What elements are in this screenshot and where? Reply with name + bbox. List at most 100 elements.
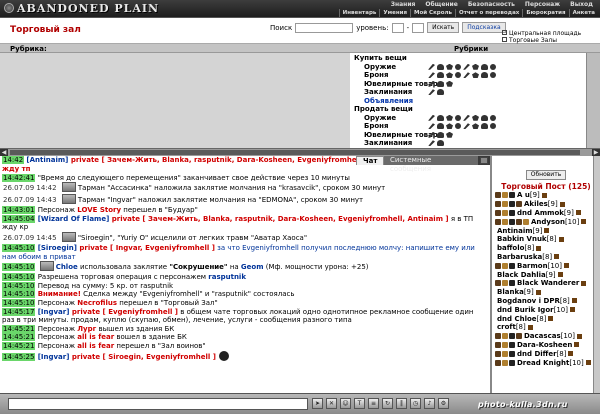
item-type-icon[interactable] [481,63,488,70]
user-info-icon[interactable] [585,360,591,366]
category-row[interactable]: Оружие [354,63,586,72]
user-info-icon[interactable] [557,272,563,278]
nav-item[interactable]: Персонаж [520,1,565,9]
chat-timestamp[interactable]: 14:45:25 [2,352,36,361]
chat-toggle-icon[interactable] [480,157,488,164]
chat-timestamp[interactable]: 26.07.09 14:43 [2,196,58,204]
settings-icon[interactable]: ⚙ [438,398,449,409]
clan-badge-icon[interactable] [502,350,508,357]
clan-badge-icon[interactable] [509,218,515,225]
user-info-icon[interactable] [571,298,577,304]
nav-item[interactable]: Знания [386,1,421,9]
user-info-icon[interactable] [563,263,569,269]
user-info-icon[interactable] [541,192,547,198]
user-info-icon[interactable] [558,236,564,242]
item-type-icon[interactable] [437,131,444,138]
user-list-item[interactable]: Blanka [9] [492,288,600,297]
user-list-item[interactable]: dnd Ammok [9] [492,209,600,218]
clan-badge-icon[interactable] [509,201,515,208]
user-name[interactable]: Dacascas [524,332,561,340]
user-name[interactable]: baffolo [497,244,524,252]
item-type-icon[interactable] [428,80,435,87]
user-list-item[interactable]: Babkin Vnuk [8] [492,235,600,244]
clan-badge-icon[interactable] [509,209,515,216]
link-central-square[interactable]: Центральная площадь [502,30,581,37]
level-to-input[interactable] [412,22,425,33]
item-type-icon[interactable] [490,72,496,79]
clan-badge-icon[interactable] [509,359,515,366]
item-type-icon[interactable] [455,63,461,70]
user-list-item[interactable]: Black Wanderer [492,279,600,288]
clan-badge-icon[interactable] [495,350,501,357]
user-info-icon[interactable] [554,254,560,260]
user-name[interactable]: Dread Knight [517,359,569,367]
user-info-icon[interactable] [527,324,533,330]
clan-badge-icon[interactable] [495,201,501,208]
user-info-icon[interactable] [577,333,582,339]
user-list-item[interactable]: croft [8] [492,323,600,332]
clan-badge-icon[interactable] [509,262,515,269]
chat-timestamp[interactable]: 26.07.09 14:45 [2,234,58,242]
translit-icon[interactable]: T [354,398,365,409]
clan-badge-icon[interactable] [495,209,501,216]
category-row[interactable]: Ювелирные товары [354,131,586,140]
chat-timestamp[interactable]: 14:45:10 [2,281,36,290]
clan-badge-icon[interactable] [516,218,522,225]
tab-system-messages[interactable]: Системные сообщения [384,156,478,173]
clan-badge-icon[interactable] [495,280,501,287]
clan-badge-icon[interactable] [495,262,501,269]
chat-timestamp[interactable]: 14:45:10 [2,290,36,299]
item-type-icon[interactable] [437,114,444,121]
scroll-right-icon[interactable]: ▶ [592,149,600,156]
item-type-icon[interactable] [481,123,488,130]
scroll-left-icon[interactable]: ◀ [0,149,8,156]
item-type-icon[interactable] [472,114,479,121]
nav-item[interactable]: Выход [565,1,598,9]
nav-sub-item[interactable]: Анкета [568,9,598,17]
user-list-item[interactable]: Dara-Kosheen [492,341,600,350]
item-type-icon[interactable] [463,72,470,79]
clan-badge-icon[interactable] [502,333,508,340]
user-list-item[interactable]: dnd Differ [8] [492,349,600,358]
category-row[interactable]: Оружие [354,114,586,123]
scroll-thumb[interactable] [10,150,580,155]
clan-badge-icon[interactable] [502,341,508,348]
item-type-icon[interactable] [437,123,444,130]
user-name[interactable]: Babkin Vnuk [497,235,547,243]
clan-badge-icon[interactable] [502,192,508,199]
clan-badge-icon[interactable] [495,341,501,348]
clan-badge-icon[interactable] [523,218,529,225]
pause-icon[interactable]: ‖ [396,398,407,409]
item-type-icon[interactable] [446,131,453,138]
item-type-icon[interactable] [446,72,453,79]
chat-timestamp[interactable]: 14:45:10 [2,263,36,272]
clan-badge-icon[interactable] [509,333,515,340]
item-type-icon[interactable] [481,114,488,121]
user-list-item[interactable]: Dread Knight [10] [492,358,600,367]
item-type-icon[interactable] [428,114,435,121]
chat-message-input[interactable] [8,398,308,410]
hint-button[interactable]: Подсказка [462,22,506,33]
item-type-icon[interactable] [463,114,470,121]
clear-icon[interactable]: ✕ [326,398,337,409]
item-type-icon[interactable] [472,63,479,70]
item-type-icon[interactable] [463,123,470,130]
item-type-icon[interactable] [472,123,479,130]
clan-badge-icon[interactable] [516,333,522,340]
refresh-icon[interactable]: ↻ [382,398,393,409]
chat-nick[interactable]: Chloe [56,263,78,271]
nav-sub-item[interactable]: Умения [379,9,410,17]
category-row[interactable]: Ювелирные товары [354,80,586,89]
item-type-icon[interactable] [437,72,444,79]
user-name[interactable]: Akiles [524,200,548,208]
item-type-icon[interactable] [446,114,453,121]
chat-timestamp[interactable]: 14:45:10 [2,243,36,252]
user-info-icon[interactable] [575,210,581,216]
clan-badge-icon[interactable] [509,350,515,357]
chat-nick[interactable]: [Ingvar] [38,353,72,361]
category-row[interactable]: Заклинания [354,88,586,97]
category-row[interactable]: Заклинания [354,139,586,148]
clan-badge-icon[interactable] [502,201,508,208]
search-button[interactable]: Искать [427,22,460,33]
nav-sub-item[interactable]: Отчет о переводах [455,9,522,17]
